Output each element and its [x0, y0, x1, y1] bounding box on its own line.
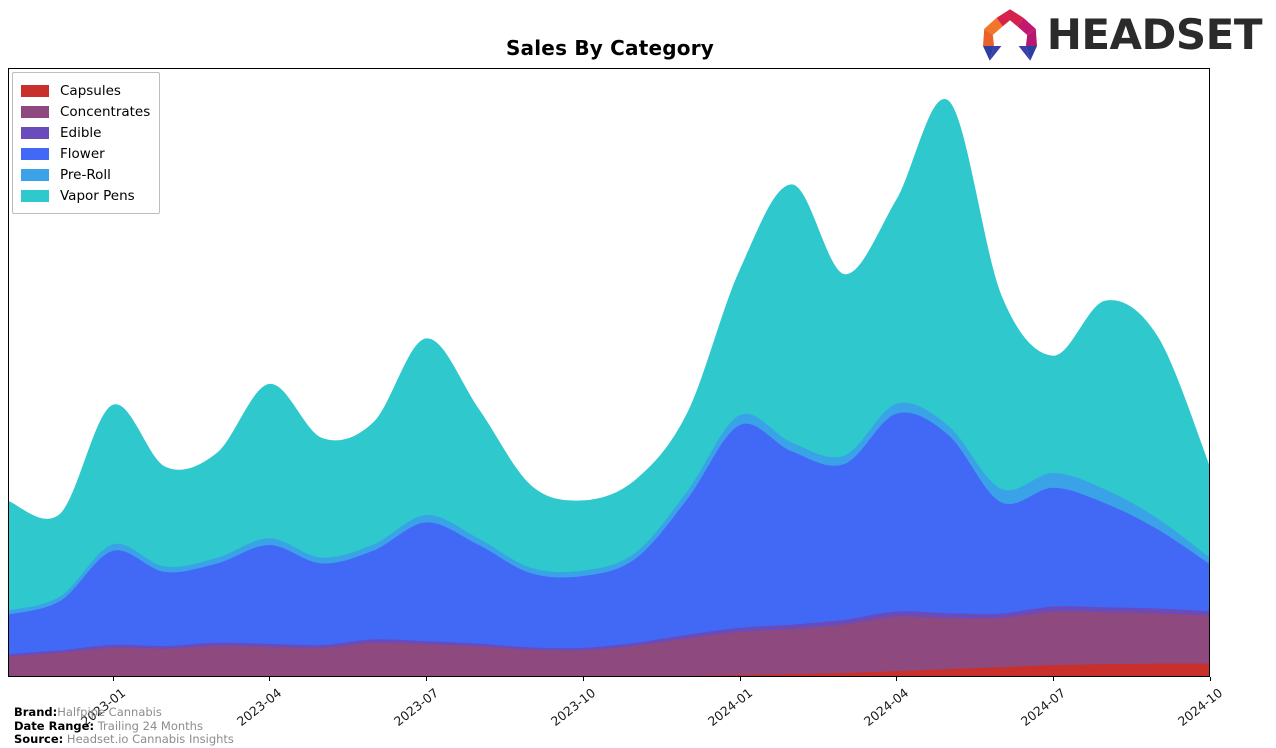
legend-swatch-concentrates — [21, 105, 49, 118]
legend-item-vapor-pens[interactable]: Vapor Pens — [21, 185, 150, 206]
x-axis-tick-mark — [582, 677, 584, 681]
footnote-date-range-value: Trailing 24 Months — [97, 718, 203, 733]
x-axis-tick-mark — [739, 677, 741, 681]
x-axis-tick-mark — [426, 677, 428, 681]
legend-item-capsules[interactable]: Capsules — [21, 80, 150, 101]
legend-label-concentrates: Concentrates — [60, 103, 151, 120]
legend-swatch-pre-roll — [21, 168, 49, 181]
footnote-date-range: Date Range: Trailing 24 Months — [14, 718, 234, 734]
chart-legend: Capsules Concentrates Edible Flower Pre-… — [12, 72, 161, 214]
x-axis-tick-mark — [1210, 677, 1211, 681]
footnote-source: Source: Headset.io Cannabis Insights — [14, 732, 234, 747]
legend-swatch-edible — [21, 126, 49, 139]
x-axis-tick-label: 2023-04 — [234, 685, 285, 729]
footnote-brand: Brand:Halfpipe Cannabis — [14, 705, 234, 720]
legend-label-capsules: Capsules — [60, 82, 121, 99]
x-axis-tick-label: 2024-01 — [704, 685, 755, 729]
footnote-brand-key: Brand: — [14, 705, 58, 719]
legend-swatch-flower — [21, 147, 49, 160]
headset-logo-icon — [982, 9, 1037, 61]
stacked-area-chart — [8, 99, 1210, 677]
legend-item-concentrates[interactable]: Concentrates — [21, 101, 150, 122]
footnote-date-range-key: Date Range: — [14, 718, 95, 733]
legend-swatch-capsules — [21, 84, 49, 97]
headset-logo-text: HEADSET — [1046, 10, 1263, 59]
legend-item-edible[interactable]: Edible — [21, 122, 150, 143]
x-axis-tick-label: 2024-10 — [1174, 685, 1226, 729]
legend-item-flower[interactable]: Flower — [21, 143, 150, 164]
x-axis-tick-label: 2023-07 — [390, 685, 442, 729]
footnote-source-key: Source: — [14, 732, 64, 746]
chart-footnotes: Brand:Halfpipe Cannabis Date Range: Trai… — [14, 705, 234, 747]
x-axis-tick-mark — [269, 677, 271, 681]
x-axis-tick-label: 2024-07 — [1018, 685, 1069, 729]
chart-plot-area — [8, 68, 1210, 677]
headset-logo: HEADSET — [979, 8, 1263, 62]
x-axis-tick-mark — [896, 677, 898, 681]
legend-item-pre-roll[interactable]: Pre-Roll — [21, 164, 150, 185]
x-axis-tick-label: 2023-10 — [547, 685, 599, 729]
x-axis-tick-mark — [112, 677, 114, 681]
x-axis-tick-label: 2024-04 — [861, 685, 912, 729]
footnote-source-value: Headset.io Cannabis Insights — [66, 732, 234, 746]
legend-label-pre-roll: Pre-Roll — [60, 166, 111, 183]
x-axis-tick-mark — [1053, 677, 1055, 681]
legend-label-vapor-pens: Vapor Pens — [60, 187, 135, 204]
legend-label-edible: Edible — [60, 124, 102, 141]
legend-swatch-vapor-pens — [21, 189, 49, 202]
footnote-brand-value: Halfpipe Cannabis — [57, 705, 162, 719]
legend-label-flower: Flower — [60, 145, 105, 162]
